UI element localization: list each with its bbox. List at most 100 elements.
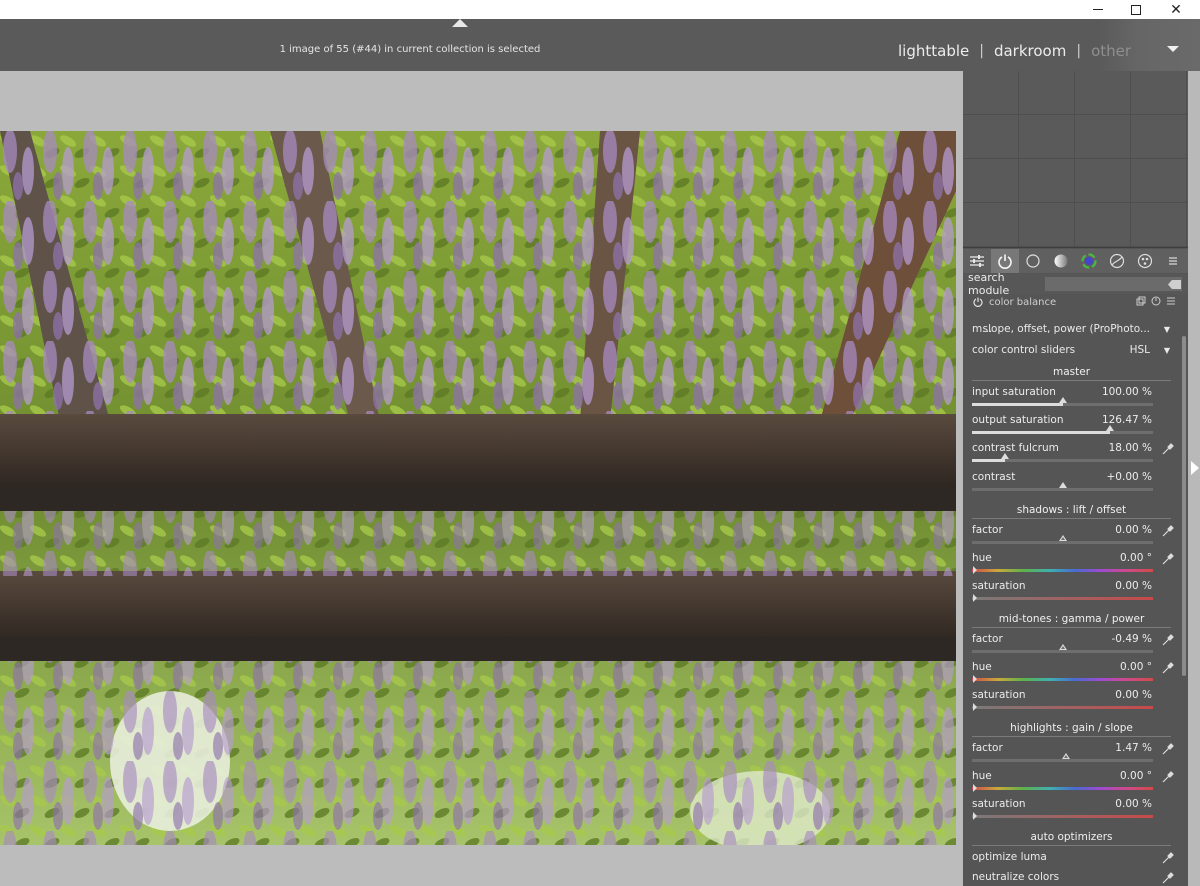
slider-value: 0.00 °: [1120, 661, 1152, 673]
module-power-icon[interactable]: [973, 297, 983, 307]
tone-group-icon[interactable]: [1047, 249, 1075, 273]
color-picker-icon[interactable]: [1161, 661, 1175, 675]
midtones-saturation-slider[interactable]: saturation 0.00 %: [972, 689, 1175, 717]
slider-marker[interactable]: [1058, 482, 1067, 488]
color-group-icon[interactable]: [1075, 249, 1103, 273]
photo-render: [0, 131, 956, 845]
color-picker-icon[interactable]: [1161, 770, 1175, 784]
close-button[interactable]: ✕: [1156, 0, 1196, 19]
right-panel: search module color balance m... slope, …: [963, 71, 1200, 886]
collapse-top-panel-arrow-icon[interactable]: [452, 19, 468, 27]
color-balance-header[interactable]: color balance: [963, 294, 1188, 310]
active-modules-icon[interactable]: [991, 249, 1019, 273]
slider-marker[interactable]: [972, 675, 978, 683]
hue-track: [972, 678, 1153, 681]
center-view: [0, 71, 963, 886]
module-header-icons: [1136, 296, 1176, 306]
color-picker-icon[interactable]: [1161, 851, 1175, 865]
highlights-factor-slider[interactable]: factor 1.47 %: [972, 742, 1175, 770]
color-picker-icon[interactable]: [1161, 742, 1175, 756]
highlights-hue-slider[interactable]: hue 0.00 °: [972, 770, 1175, 798]
right-border-strip: [1188, 71, 1200, 886]
slider-value: +0.00 %: [1106, 471, 1153, 483]
slider-label: saturation: [972, 798, 1026, 810]
slider-marker[interactable]: [1058, 535, 1067, 541]
section-highlights: highlights : gain / slope: [972, 722, 1171, 737]
shadows-saturation-slider[interactable]: saturation 0.00 %: [972, 580, 1175, 608]
base-group-icon[interactable]: [1019, 249, 1047, 273]
slider-marker[interactable]: [1000, 453, 1009, 459]
output-saturation-slider[interactable]: output saturation 126.47 %: [972, 414, 1175, 442]
view-darkroom[interactable]: darkroom: [994, 42, 1066, 60]
highlights-saturation-slider[interactable]: saturation 0.00 %: [972, 798, 1175, 826]
maximize-button[interactable]: [1116, 0, 1156, 19]
view-other[interactable]: other: [1091, 42, 1131, 60]
photo-wisteria-pergola[interactable]: [0, 131, 956, 845]
slider-value: 0.00 %: [1115, 524, 1152, 536]
slider-marker[interactable]: [1105, 425, 1114, 431]
search-module-input[interactable]: [1045, 277, 1182, 291]
quick-access-icon[interactable]: [963, 249, 991, 273]
slider-label: saturation: [972, 580, 1026, 592]
slider-value: 18.00 %: [1108, 442, 1152, 454]
module-title: color balance: [989, 296, 1057, 308]
shadows-hue-slider[interactable]: hue 0.00 °: [972, 552, 1175, 580]
saturation-track: [972, 815, 1153, 818]
slider-marker[interactable]: [972, 566, 978, 574]
color-picker-icon[interactable]: [1161, 524, 1175, 538]
collapse-right-panel-arrow-icon[interactable]: [1191, 461, 1199, 475]
module-presets-icon[interactable]: [1166, 296, 1176, 306]
contrast-slider[interactable]: contrast +0.00 %: [972, 471, 1175, 499]
slider-label: saturation: [972, 689, 1026, 701]
histogram[interactable]: [963, 71, 1188, 248]
slider-marker[interactable]: [1058, 644, 1067, 650]
chevron-down-icon: ▼: [1163, 325, 1170, 334]
module-group-tabs: [963, 249, 1188, 273]
midtones-factor-slider[interactable]: factor -0.49 %: [972, 633, 1175, 661]
slider-value: 0.00 %: [1115, 689, 1152, 701]
slider-label: hue: [972, 770, 992, 782]
color-picker-icon[interactable]: [1161, 442, 1175, 456]
slider-value: 0.00 °: [1120, 552, 1152, 564]
color-control-sliders-combobox[interactable]: color control sliders HSL ▼: [972, 342, 1172, 358]
shadows-factor-slider[interactable]: factor 0.00 %: [972, 524, 1175, 552]
slider-track: [972, 431, 1153, 434]
slider-marker[interactable]: [1058, 397, 1067, 403]
neutralize-colors-row[interactable]: neutralize colors: [972, 871, 1175, 886]
views-dropdown-icon[interactable]: [1167, 46, 1179, 52]
section-auto-optimizers: auto optimizers: [972, 831, 1171, 846]
maximize-icon: [1131, 4, 1141, 15]
input-saturation-slider[interactable]: input saturation 100.00 %: [972, 386, 1175, 414]
view-lighttable[interactable]: lighttable: [898, 42, 969, 60]
optimize-luma-row[interactable]: optimize luma: [972, 851, 1175, 867]
slider-value: 0.00 %: [1115, 798, 1152, 810]
minimize-icon: [1093, 9, 1103, 10]
reset-icon[interactable]: [1151, 296, 1161, 306]
effect-group-icon[interactable]: [1131, 249, 1159, 273]
presets-menu-icon[interactable]: [1159, 249, 1187, 273]
slider-track: [972, 541, 1153, 544]
slider-marker[interactable]: [972, 812, 978, 820]
slider-marker[interactable]: [1062, 753, 1071, 759]
hue-track: [972, 569, 1153, 572]
contrast-fulcrum-slider[interactable]: contrast fulcrum 18.00 %: [972, 442, 1175, 470]
slider-value: 0.00 %: [1115, 580, 1152, 592]
slider-marker[interactable]: [972, 703, 978, 711]
color-picker-icon[interactable]: [1161, 871, 1175, 885]
midtones-hue-slider[interactable]: hue 0.00 °: [972, 661, 1175, 689]
view-separator: |: [979, 43, 984, 59]
mode-combobox[interactable]: m... slope, offset, power (ProPhoto... ▼: [972, 321, 1172, 337]
selection-status: 1 image of 55 (#44) in current collectio…: [279, 44, 541, 55]
correct-group-icon[interactable]: [1103, 249, 1131, 273]
multi-instance-icon[interactable]: [1136, 296, 1146, 306]
color-picker-icon[interactable]: [1161, 552, 1175, 566]
minimize-button[interactable]: [1078, 0, 1118, 19]
section-master: master: [972, 366, 1171, 381]
slider-marker[interactable]: [972, 594, 978, 602]
slider-label: input saturation: [972, 386, 1056, 398]
module-scrollbar[interactable]: [1182, 336, 1186, 676]
slider-marker[interactable]: [972, 784, 978, 792]
slider-value: -0.49 %: [1111, 633, 1152, 645]
optimize-luma-label: optimize luma: [972, 851, 1047, 863]
color-picker-icon[interactable]: [1161, 633, 1175, 647]
